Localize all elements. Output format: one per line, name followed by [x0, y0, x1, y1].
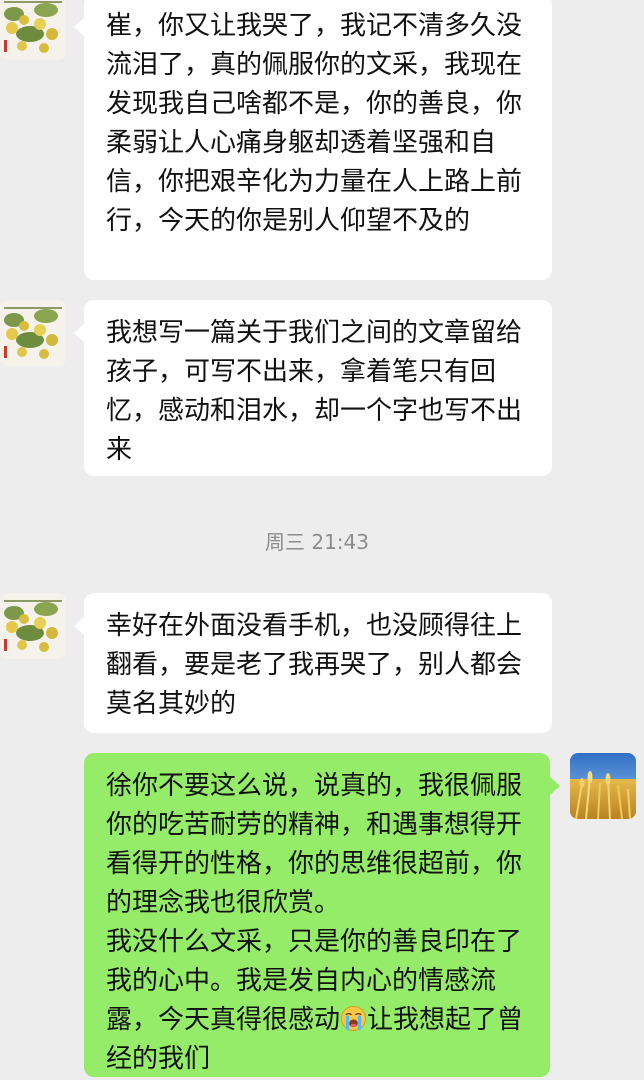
pear-tree-avatar — [0, 0, 66, 60]
timestamp: 周三 21:43 — [265, 530, 369, 554]
message-text: 幸好在外面没看手机，也没顾得往上翻看，要是老了我再哭了，别人都会莫名其妙的 — [106, 611, 523, 719]
incoming-message-bubble[interactable]: 崔，你又让我哭了，我记不清多久没流泪了，真的佩服你的文采，我现在发现我自己啥都不… — [74, 0, 552, 280]
outgoing-message-bubble[interactable]: 徐你不要这么说，说真的，我很佩服你的吃苦耐劳的精神，和遇事想得开看得开的性格，你… — [84, 753, 560, 1079]
self-avatar[interactable] — [570, 753, 636, 819]
message-text: 我想写一篇关于我们之间的文章留给孩子，可写不出来，拿着笔只有回忆，感动和泪水，却… — [106, 318, 523, 465]
loudly-crying-face-icon — [340, 1005, 367, 1032]
contact-avatar[interactable] — [0, 593, 66, 659]
contact-avatar[interactable] — [0, 300, 66, 366]
contact-avatar[interactable] — [0, 0, 66, 60]
message-text-paragraph-1: 徐你不要这么说，说真的，我很佩服你的吃苦耐劳的精神，和遇事想得开看得开的性格，你… — [106, 771, 523, 918]
incoming-message-bubble[interactable]: 幸好在外面没看手机，也没顾得往上翻看，要是老了我再哭了，别人都会莫名其妙的 — [74, 593, 552, 733]
message-text-paragraph-2: 我没什么文采，只是你的善良印在了我的心中。我是发自内心的情感流露，今天真得很感动… — [106, 923, 530, 1079]
wheat-field-avatar — [570, 753, 636, 819]
incoming-message-bubble[interactable]: 我想写一篇关于我们之间的文章留给孩子，可写不出来，拿着笔只有回忆，感动和泪水，却… — [74, 300, 552, 476]
pear-tree-avatar — [0, 300, 66, 366]
message-text: 崔，你又让我哭了，我记不清多久没流泪了，真的佩服你的文采，我现在发现我自己啥都不… — [106, 11, 523, 236]
pear-tree-avatar — [0, 593, 66, 659]
